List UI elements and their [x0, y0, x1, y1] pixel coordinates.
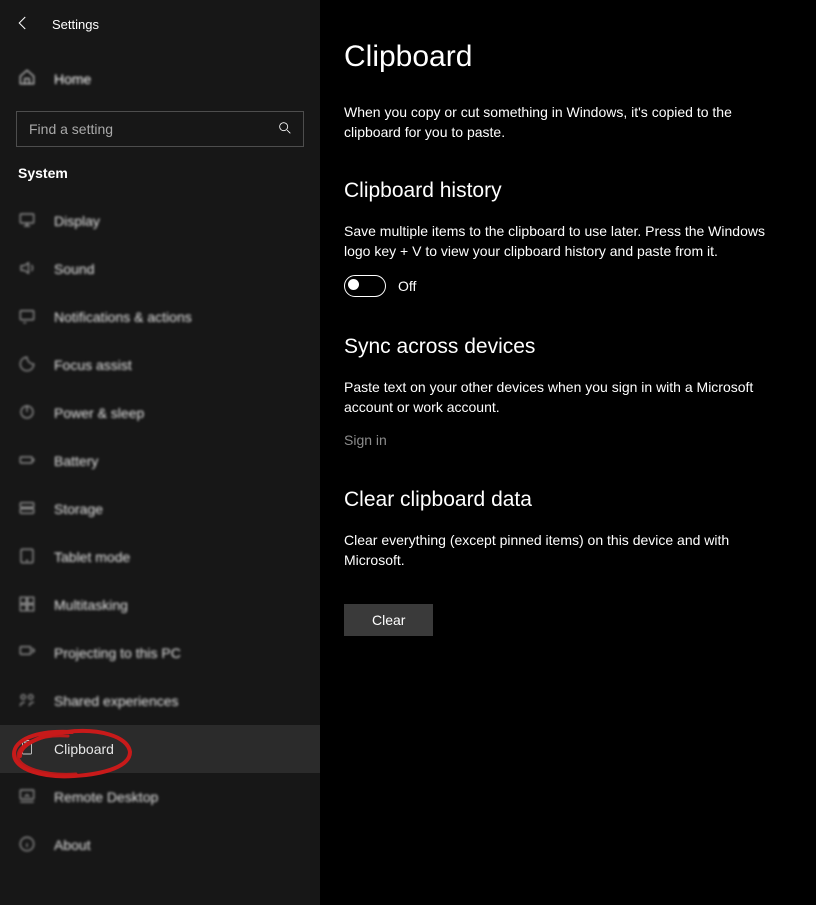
notifications-icon	[18, 307, 36, 328]
search-input[interactable]	[27, 120, 277, 138]
sidebar-item-clipboard[interactable]: Clipboard	[0, 725, 320, 773]
sidebar-item-notifications-actions[interactable]: Notifications & actions	[0, 293, 320, 341]
sidebar-item-label: Storage	[54, 501, 103, 517]
clear-desc: Clear everything (except pinned items) o…	[344, 530, 774, 571]
sound-icon	[18, 259, 36, 280]
page-intro: When you copy or cut something in Window…	[344, 102, 744, 143]
sidebar-item-home[interactable]: Home	[0, 56, 320, 101]
sidebar-item-label: Power & sleep	[54, 405, 144, 421]
sidebar-item-multitasking[interactable]: Multitasking	[0, 581, 320, 629]
tablet-icon	[18, 547, 36, 568]
sidebar: Settings Home System Display Sound Notific…	[0, 0, 320, 905]
history-heading: Clipboard history	[344, 179, 776, 203]
clipboard-icon	[18, 739, 36, 760]
history-toggle[interactable]	[344, 275, 386, 297]
sidebar-item-label: Projecting to this PC	[54, 645, 181, 661]
search-icon	[277, 120, 293, 139]
display-icon	[18, 211, 36, 232]
app-title: Settings	[52, 17, 99, 32]
sidebar-item-label: Focus assist	[54, 357, 132, 373]
signin-link[interactable]: Sign in	[344, 432, 387, 448]
shared-icon	[18, 691, 36, 712]
sidebar-item-shared-experiences[interactable]: Shared experiences	[0, 677, 320, 725]
clear-button[interactable]: Clear	[344, 604, 433, 636]
back-icon[interactable]	[14, 14, 32, 35]
sidebar-item-sound[interactable]: Sound	[0, 245, 320, 293]
multitasking-icon	[18, 595, 36, 616]
remote-icon	[18, 787, 36, 808]
power-icon	[18, 403, 36, 424]
sidebar-item-remote-desktop[interactable]: Remote Desktop	[0, 773, 320, 821]
sidebar-item-label: Multitasking	[54, 597, 128, 613]
sidebar-item-power-sleep[interactable]: Power & sleep	[0, 389, 320, 437]
clear-heading: Clear clipboard data	[344, 488, 776, 512]
sync-desc: Paste text on your other devices when yo…	[344, 377, 774, 418]
sidebar-item-label: About	[54, 837, 91, 853]
sidebar-item-label: Remote Desktop	[54, 789, 158, 805]
sidebar-item-label: Clipboard	[54, 741, 114, 757]
search-input-container[interactable]	[16, 111, 304, 147]
sidebar-item-storage[interactable]: Storage	[0, 485, 320, 533]
sidebar-item-display[interactable]: Display	[0, 197, 320, 245]
sidebar-item-label: Battery	[54, 453, 98, 469]
sidebar-item-label: Notifications & actions	[54, 309, 192, 325]
sidebar-item-battery[interactable]: Battery	[0, 437, 320, 485]
page-title: Clipboard	[344, 40, 776, 74]
sync-heading: Sync across devices	[344, 335, 776, 359]
home-label: Home	[54, 71, 91, 87]
focus-icon	[18, 355, 36, 376]
sidebar-item-label: Sound	[54, 261, 94, 277]
sidebar-item-label: Shared experiences	[54, 693, 179, 709]
sidebar-item-label: Display	[54, 213, 100, 229]
main-pane: Clipboard When you copy or cut something…	[320, 0, 816, 905]
home-icon	[18, 68, 36, 89]
storage-icon	[18, 499, 36, 520]
sidebar-item-about[interactable]: About	[0, 821, 320, 869]
sidebar-item-projecting-to-this-pc[interactable]: Projecting to this PC	[0, 629, 320, 677]
project-icon	[18, 643, 36, 664]
window-header: Settings	[0, 0, 320, 48]
sidebar-item-label: Tablet mode	[54, 549, 130, 565]
sidebar-item-tablet-mode[interactable]: Tablet mode	[0, 533, 320, 581]
about-icon	[18, 835, 36, 856]
sidebar-item-focus-assist[interactable]: Focus assist	[0, 341, 320, 389]
history-desc: Save multiple items to the clipboard to …	[344, 221, 774, 262]
sidebar-section-title: System	[0, 147, 320, 187]
battery-icon	[18, 451, 36, 472]
sidebar-nav: Display Sound Notifications & actions Focus…	[0, 197, 320, 869]
history-toggle-label: Off	[398, 278, 416, 294]
